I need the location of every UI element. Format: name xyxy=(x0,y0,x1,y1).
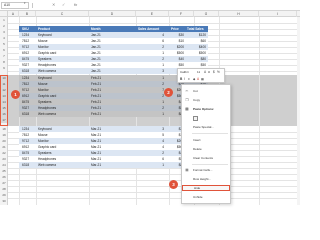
menu-item-label: Delete xyxy=(193,147,202,151)
menu-item-label: Unhide xyxy=(193,195,203,199)
step-marker-1: 1 xyxy=(11,90,20,99)
currency-icon[interactable]: $ xyxy=(213,70,215,74)
cell-sales-amount: 1 xyxy=(162,163,164,167)
menu-item-label: Clear Contents xyxy=(193,156,214,160)
menu-item-row-height[interactable]: Row Height... xyxy=(182,176,230,182)
font-name-box[interactable]: Calibri xyxy=(180,70,189,74)
format-cells-icon: ▦ xyxy=(185,168,189,172)
scissors-icon: ✂ xyxy=(185,89,189,93)
formula-input[interactable] xyxy=(84,2,298,9)
cell-month: Mar-21 xyxy=(91,163,102,167)
gridline xyxy=(259,17,260,205)
step-marker-2: 2 xyxy=(164,88,173,97)
copy-icon: ❐ xyxy=(185,98,189,102)
menu-item-paste-options: ▤ Paste Options: xyxy=(182,106,230,112)
divider xyxy=(32,3,33,8)
row-header[interactable]: 9 xyxy=(0,65,8,71)
menu-item-insert[interactable]: Insert xyxy=(182,137,230,143)
menu-item-delete[interactable]: Delete xyxy=(182,146,230,152)
menu-item-label: Copy xyxy=(193,98,201,102)
italic-icon[interactable]: I xyxy=(184,77,185,81)
menu-divider xyxy=(192,133,228,134)
gridline xyxy=(8,180,300,181)
increase-font-icon[interactable]: A xyxy=(204,70,206,74)
cell-sales-amount: 1 xyxy=(162,112,164,116)
menu-item-label: Hide xyxy=(194,186,201,190)
enter-icon[interactable]: ✓ xyxy=(62,1,65,9)
font-size-box[interactable]: 11 xyxy=(197,70,200,74)
menu-item-label: Insert xyxy=(193,138,201,142)
menu-item-clear-contents[interactable]: Clear Contents xyxy=(182,155,230,161)
font-color-icon[interactable]: A xyxy=(197,77,199,81)
cell-sales-amount: 3 xyxy=(162,69,164,73)
gridline xyxy=(8,198,300,199)
cell-month: Jan-21 xyxy=(91,69,101,73)
cell-product: Web camera xyxy=(38,112,57,116)
table-row[interactable]: 6318 Web camera Mar-21 1 $80 $80 xyxy=(19,162,208,168)
gridline xyxy=(8,186,300,187)
cell-product: Web camera xyxy=(38,163,57,167)
menu-item-cut[interactable]: ✂ Cut xyxy=(182,88,230,94)
decrease-font-icon[interactable]: a xyxy=(208,70,210,74)
chevron-down-icon[interactable]: ▾ xyxy=(24,1,26,5)
context-menu: ✂ Cut ❐ Copy ▤ Paste Options: Paste Spec… xyxy=(181,84,231,204)
menu-item-label: Paste Options: xyxy=(193,107,215,111)
table-row-selected[interactable]: 6318 Web camera Feb-21 1 $80 $80 xyxy=(19,111,208,117)
menu-divider xyxy=(192,164,228,165)
step-marker-3: 3 xyxy=(169,180,178,189)
formula-bar: A10 ▾ ✕ ✓ fx xyxy=(0,0,300,11)
cell-sku: 6318 xyxy=(22,69,30,73)
align-icon[interactable]: ≡ xyxy=(188,77,190,81)
borders-icon[interactable]: ▦ xyxy=(201,77,204,81)
menu-item-label: Cut xyxy=(193,89,198,93)
menu-item-paste-special[interactable]: Paste Special... xyxy=(182,124,230,130)
gridline xyxy=(8,174,300,175)
menu-item-hide[interactable]: Hide xyxy=(182,185,230,191)
clipboard-icon: ▤ xyxy=(185,107,189,111)
cell-sku: 6318 xyxy=(22,163,30,167)
percent-icon[interactable]: % xyxy=(217,70,220,74)
menu-item-label: Format Cells... xyxy=(193,168,213,172)
menu-item-format-cells[interactable]: ▦ Format Cells... xyxy=(182,167,230,173)
menu-item-copy[interactable]: ❐ Copy xyxy=(182,97,230,103)
cell-month: Feb-21 xyxy=(91,112,102,116)
cancel-icon[interactable]: ✕ xyxy=(52,1,55,9)
cell-sku: 6318 xyxy=(22,112,30,116)
gridline xyxy=(8,23,300,24)
paste-icon[interactable] xyxy=(193,116,198,121)
row-header[interactable]: 30 xyxy=(0,198,8,204)
menu-item-label: Paste Special... xyxy=(193,125,214,129)
row-selection-outline xyxy=(0,75,8,126)
cell-product: Web camera xyxy=(38,69,57,73)
gridline xyxy=(8,168,300,169)
gridline xyxy=(8,192,300,193)
function-icon[interactable]: fx xyxy=(74,1,77,9)
mini-toolbar: Calibri 11 A a $ % B I ≡ ◆ A ▦ xyxy=(177,68,225,83)
worksheet-grid[interactable]: SKU Product Month Sales Amount Price Tot… xyxy=(8,17,300,205)
vertical-scrollbar[interactable] xyxy=(297,17,300,205)
bold-icon[interactable]: B xyxy=(180,77,182,81)
menu-item-label: Row Height... xyxy=(193,177,212,181)
menu-item-unhide[interactable]: Unhide xyxy=(182,194,230,200)
fill-color-icon[interactable]: ◆ xyxy=(193,77,195,81)
